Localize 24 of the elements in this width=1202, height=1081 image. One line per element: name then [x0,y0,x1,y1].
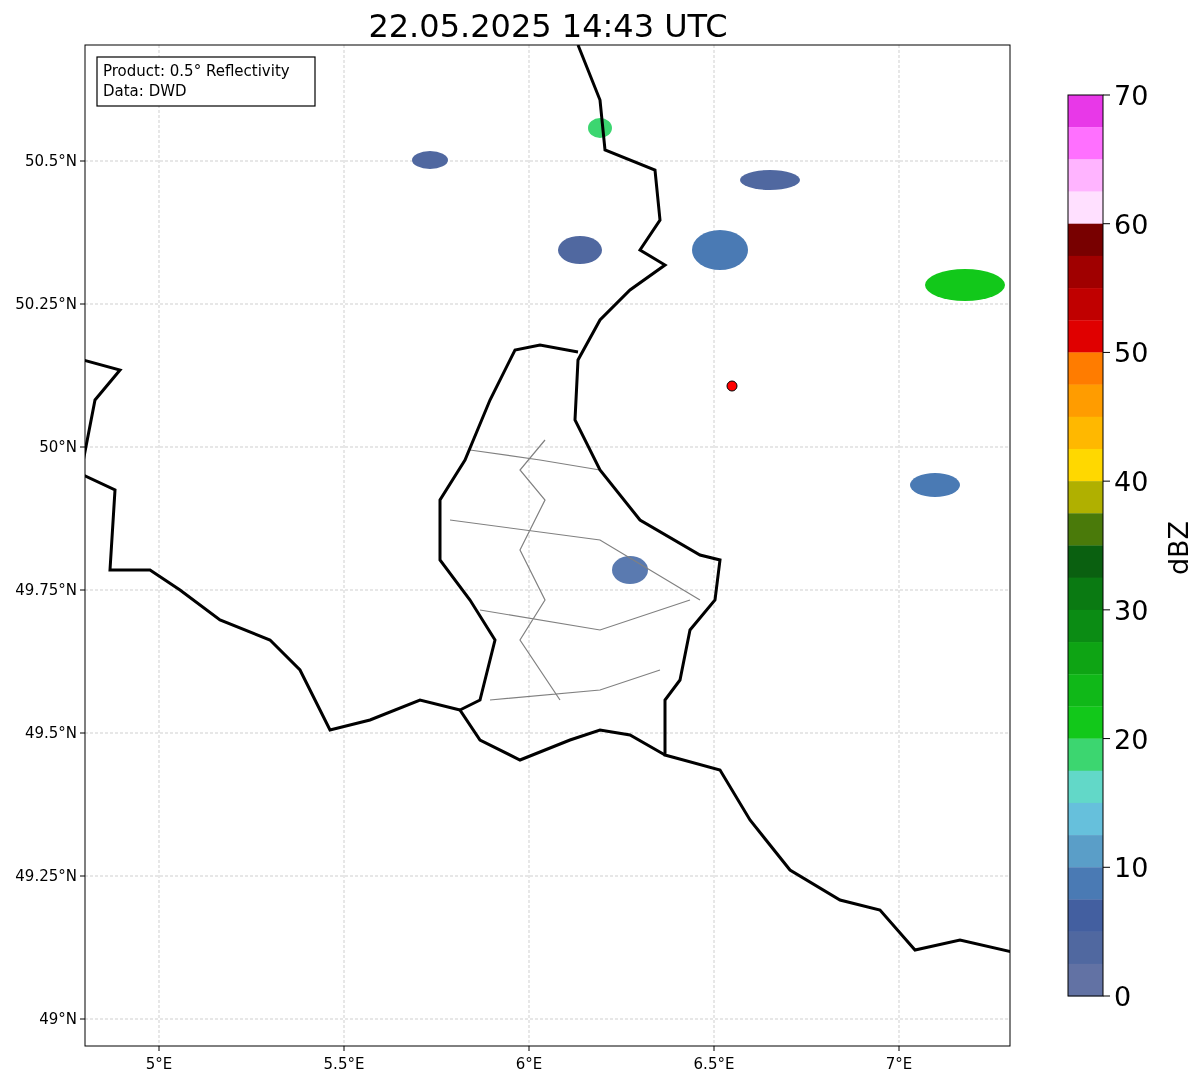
colorbar-tick-label: 60 [1114,208,1149,240]
longitude-label: 7°E [885,1055,913,1073]
colorbar-tick-label: 0 [1114,981,1132,1012]
colorbar-tick-label: 50 [1114,337,1149,369]
latitude-label: 50.25°N [15,295,77,313]
colorbar-tick-label: 40 [1114,466,1149,498]
latitude-label: 49.75°N [15,581,77,599]
colorbar-label: dBZ [1163,520,1194,576]
latitude-label: 50°N [39,438,77,456]
latitude-label: 49°N [39,1010,77,1028]
info-text: Product: 0.5° Reflectivity [103,62,290,80]
longitude-label: 6°E [515,1055,543,1073]
latitude-label: 49.25°N [15,867,77,885]
longitude-label: 6.5°E [693,1055,735,1073]
colorbar-tick-label: 30 [1114,594,1149,626]
colorbar-tick-label: 10 [1114,852,1149,884]
latitude-label: 49.5°N [24,724,77,742]
colorbar-tick-label: 20 [1114,723,1149,755]
longitude-label: 5.5°E [323,1055,365,1073]
longitude-label: 5°E [145,1055,173,1073]
info-text: Data: DWD [103,82,187,100]
chart-title: 22.05.2025 14:43 UTC [368,7,728,45]
latitude-label: 50.5°N [24,152,77,170]
colorbar-tick-label: 70 [1114,80,1149,111]
